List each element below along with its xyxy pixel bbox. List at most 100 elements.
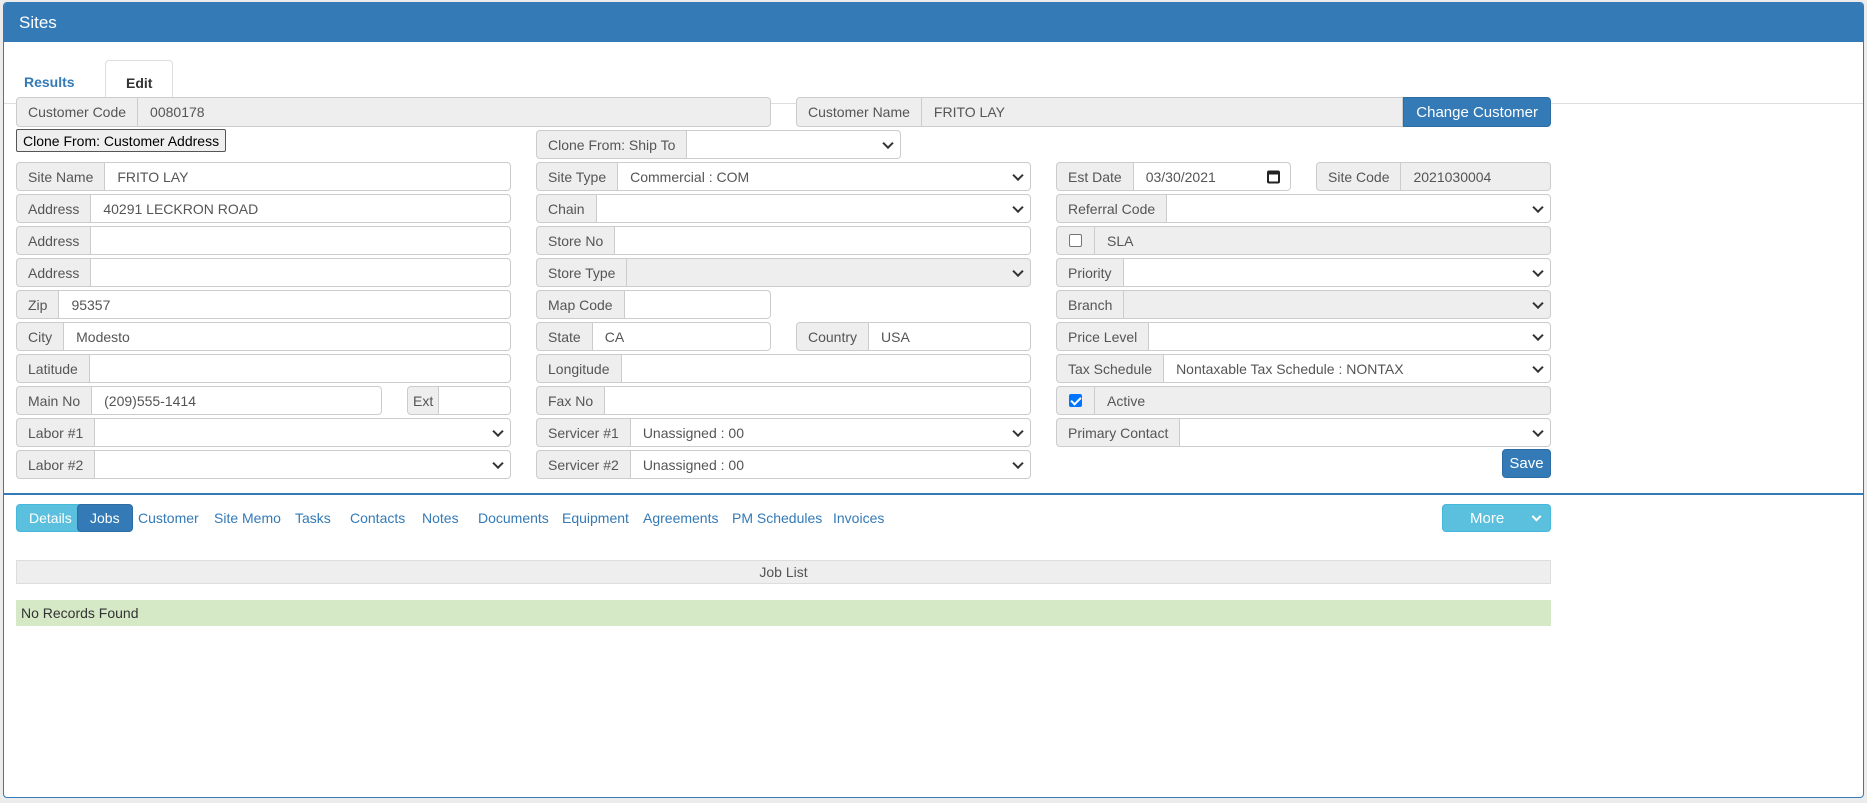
labor1-select[interactable] (95, 418, 511, 447)
subnav-details[interactable]: Details (16, 504, 85, 532)
section-divider (3, 493, 1864, 495)
latitude-input[interactable] (89, 354, 511, 383)
change-customer-button[interactable]: Change Customer (1403, 97, 1551, 127)
clone-ship-to-select[interactable] (687, 130, 901, 159)
servicer1-label: Servicer #1 (536, 418, 631, 447)
map-code-input[interactable] (624, 290, 771, 319)
primary-contact-label: Primary Contact (1056, 418, 1181, 447)
servicer2-select[interactable]: Unassigned : 00 (630, 450, 1031, 479)
subnav-site-memo[interactable]: Site Memo (202, 504, 293, 532)
longitude-group: Longitude (536, 354, 1031, 383)
ext-group: Ext (407, 386, 511, 415)
est-date-input[interactable]: 03/30/2021 (1133, 162, 1291, 191)
address3-input[interactable] (91, 258, 511, 287)
longitude-input[interactable] (621, 354, 1031, 383)
map-code-label: Map Code (536, 290, 625, 319)
map-code-group: Map Code (536, 290, 771, 319)
subnav-contacts[interactable]: Contacts (338, 504, 417, 532)
primary-contact-select[interactable] (1180, 418, 1551, 447)
clone-customer-address-button[interactable]: Clone From: Customer Address (16, 129, 227, 152)
priority-select[interactable] (1123, 258, 1551, 287)
tax-schedule-label: Tax Schedule (1056, 354, 1165, 383)
chevron-down-icon (1012, 457, 1024, 469)
chevron-down-icon (1532, 361, 1544, 373)
referral-code-label: Referral Code (1056, 194, 1168, 223)
city-label: City (16, 322, 65, 351)
servicer2-label: Servicer #2 (536, 450, 631, 479)
save-button[interactable]: Save (1502, 449, 1551, 478)
branch-group: Branch (1056, 290, 1551, 319)
store-no-input[interactable] (615, 226, 1031, 255)
chain-group: Chain (536, 194, 1031, 223)
site-type-select[interactable]: Commercial : COM (618, 162, 1031, 191)
chevron-down-icon (1532, 329, 1544, 341)
subnav-notes[interactable]: Notes (410, 504, 471, 532)
customer-name-group: Customer Name FRITO LAY Change Customer (796, 97, 1551, 127)
fax-no-input[interactable] (605, 386, 1031, 415)
state-input[interactable]: CA (592, 322, 771, 351)
chevron-down-icon (1531, 511, 1542, 522)
primary-contact-group: Primary Contact (1056, 418, 1551, 447)
chain-select[interactable] (596, 194, 1031, 223)
city-input[interactable]: Modesto (64, 322, 511, 351)
referral-code-group: Referral Code (1056, 194, 1551, 223)
zip-label: Zip (16, 290, 60, 319)
store-no-group: Store No (536, 226, 1031, 255)
address1-input[interactable]: 40291 LECKRON ROAD (91, 194, 511, 223)
address2-label: Address (16, 226, 92, 255)
site-code-group: Site Code 2021030004 (1316, 162, 1551, 191)
subnav-documents[interactable]: Documents (466, 504, 561, 532)
subnav-agreements[interactable]: Agreements (631, 504, 730, 532)
store-type-group: Store Type (536, 258, 1031, 287)
more-label: More (1470, 509, 1505, 527)
active-checkbox-wrap (1056, 386, 1095, 415)
fax-no-label: Fax No (536, 386, 606, 415)
address1-group: Address 40291 LECKRON ROAD (16, 194, 511, 223)
customer-code-group: Customer Code 0080178 (16, 97, 771, 127)
ext-input[interactable] (439, 386, 511, 415)
state-group: State CA (536, 322, 771, 351)
country-input[interactable]: USA (869, 322, 1031, 351)
store-type-select[interactable] (627, 258, 1031, 287)
sla-group: SLA (1056, 226, 1551, 255)
country-label: Country (796, 322, 870, 351)
subnav-equipment[interactable]: Equipment (550, 504, 641, 532)
clone-ship-to-group: Clone From: Ship To (536, 130, 901, 159)
site-code-label: Site Code (1316, 162, 1402, 191)
clone-ship-to-label: Clone From: Ship To (536, 130, 688, 159)
chevron-down-icon (1012, 201, 1024, 213)
subnav-invoices[interactable]: Invoices (821, 504, 896, 532)
chevron-down-icon (1012, 265, 1024, 277)
sla-checkbox[interactable] (1069, 234, 1082, 247)
branch-label: Branch (1056, 290, 1125, 319)
site-name-group: Site Name FRITO LAY (16, 162, 511, 191)
subnav-tasks[interactable]: Tasks (283, 504, 343, 532)
subnav-pm-schedules[interactable]: PM Schedules (720, 504, 834, 532)
active-group: Active (1056, 386, 1551, 415)
more-dropdown[interactable]: More (1442, 504, 1551, 532)
sla-checkbox-wrap (1056, 226, 1095, 255)
active-checkbox[interactable] (1069, 394, 1082, 407)
country-group: Country USA (796, 322, 1031, 351)
site-name-input[interactable]: FRITO LAY (105, 162, 511, 191)
subnav-jobs[interactable]: Jobs (77, 504, 133, 532)
chain-label: Chain (536, 194, 597, 223)
site-name-label: Site Name (16, 162, 106, 191)
servicer1-select[interactable]: Unassigned : 00 (630, 418, 1031, 447)
sla-label: SLA (1095, 226, 1551, 255)
price-level-select[interactable] (1149, 322, 1551, 351)
chevron-down-icon (1532, 265, 1544, 277)
zip-input[interactable]: 95357 (59, 290, 511, 319)
labor1-label: Labor #1 (16, 418, 96, 447)
subnav-customer[interactable]: Customer (126, 504, 211, 532)
address2-input[interactable] (91, 226, 511, 255)
main-no-input[interactable]: (209)555-1414 (92, 386, 382, 415)
referral-code-select[interactable] (1167, 194, 1551, 223)
calendar-icon[interactable] (1267, 170, 1280, 183)
panel-title: Sites (4, 3, 1863, 42)
labor2-label: Labor #2 (16, 450, 96, 479)
tax-schedule-select[interactable]: Nontaxable Tax Schedule : NONTAX (1164, 354, 1551, 383)
est-date-group: Est Date 03/30/2021 (1056, 162, 1291, 191)
branch-select[interactable] (1124, 290, 1551, 319)
labor2-select[interactable] (95, 450, 511, 479)
